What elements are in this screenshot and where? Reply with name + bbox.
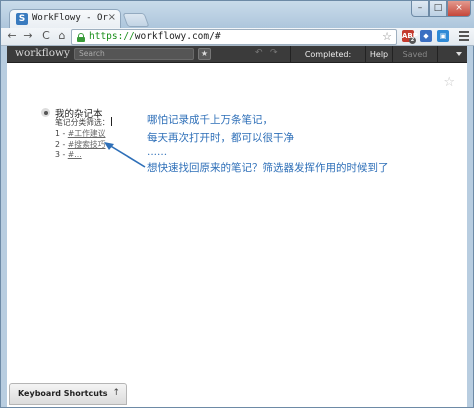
workflowy-logo[interactable]: workflowy [15, 47, 70, 59]
annotation-text: 想快速找回原来的笔记？筛选器发挥作用的时候到了 [147, 162, 389, 174]
url-path: workflowy.com/# [134, 31, 221, 42]
note-item-prefix: 1 - [55, 129, 68, 138]
browser-tab[interactable]: S WorkFlowy - Organize yo × [9, 9, 121, 29]
note-text: 笔记分类筛选： [55, 118, 110, 127]
tab-close-icon[interactable]: × [108, 12, 116, 23]
note-item[interactable]: 2 - #搜索技巧 [55, 139, 105, 150]
workflowy-header: workflowy Search ★ ↶ ↷ Completed: Visibl… [7, 46, 467, 76]
close-window-button[interactable]: × [447, 1, 471, 17]
expand-arrow-icon[interactable]: ↑ [112, 388, 120, 398]
chevron-down-icon [456, 52, 462, 56]
text-cursor [110, 117, 112, 126]
tag-link[interactable]: #... [68, 150, 82, 159]
minimize-button[interactable]: – [411, 1, 429, 17]
address-bar[interactable]: https://workflowy.com/# ☆ [71, 29, 397, 45]
outline-page: ☆ 我的杂记本 笔记分类筛选： 1 - #工作建议 2 - #搜索技巧 3 - … [7, 63, 467, 407]
tag-link[interactable]: #工作建议 [68, 129, 106, 138]
help-button[interactable]: Help [366, 46, 392, 63]
extension-icon[interactable]: ◆ [420, 30, 432, 42]
maximize-button[interactable]: □ [429, 1, 447, 17]
saved-status: Saved [402, 50, 428, 59]
browser-window: S WorkFlowy - Organize yo × – □ × ← → C … [0, 0, 474, 408]
annotation-text: 每天再次打开时，都可以很干净 [147, 132, 294, 144]
extension-icon-2[interactable]: ▣ [437, 30, 449, 42]
url-text: https://workflowy.com/# [89, 31, 221, 42]
note-item[interactable]: 3 - #... [55, 150, 82, 159]
home-icon[interactable]: ⌂ [55, 29, 69, 43]
undo-icon[interactable]: ↶ [255, 48, 263, 58]
workflowy-favicon-icon: S [16, 13, 28, 25]
tab-title: WorkFlowy - Organize yo [32, 13, 108, 23]
completed-visible-button[interactable]: Completed: Visible [291, 46, 365, 76]
annotation-text: ...... [147, 146, 168, 158]
note-item[interactable]: 1 - #工作建议 [55, 128, 105, 139]
url-scheme: https:// [89, 31, 135, 42]
star-page-icon[interactable]: ☆ [443, 75, 455, 90]
redo-icon[interactable]: ↷ [270, 48, 278, 58]
new-tab-button[interactable] [122, 13, 150, 27]
tag-link[interactable]: #搜索技巧 [68, 140, 106, 149]
keyboard-shortcuts-panel[interactable]: Keyboard Shortcuts ↑ [9, 383, 127, 405]
forward-arrow-icon[interactable]: → [21, 29, 35, 43]
annotation-text: 哪怕记录成千上万条笔记， [147, 114, 273, 126]
note-item-prefix: 2 - [55, 140, 68, 149]
reload-icon[interactable]: C [39, 29, 53, 43]
keyboard-shortcuts-label: Keyboard Shortcuts [18, 389, 108, 398]
search-input[interactable]: Search [74, 48, 194, 60]
tab-strip: S WorkFlowy - Organize yo × – □ × [1, 1, 474, 29]
bullet-icon[interactable] [41, 108, 50, 117]
starred-star-icon[interactable]: ★ [198, 48, 211, 60]
window-controls: – □ × [411, 1, 471, 17]
annotation-arrow-icon [104, 142, 146, 168]
chrome-menu-icon[interactable] [459, 31, 469, 41]
note-line[interactable]: 笔记分类筛选： [55, 117, 112, 128]
lock-icon [77, 33, 85, 42]
bookmark-star-icon[interactable]: ☆ [382, 30, 392, 43]
adblock-count-badge: 2 [409, 37, 416, 44]
browser-toolbar: ← → C ⌂ https://workflowy.com/# ☆ ABP 2 … [1, 28, 474, 46]
back-arrow-icon[interactable]: ← [5, 29, 19, 43]
settings-dropdown-button[interactable] [438, 46, 467, 63]
note-item-prefix: 3 - [55, 150, 68, 159]
